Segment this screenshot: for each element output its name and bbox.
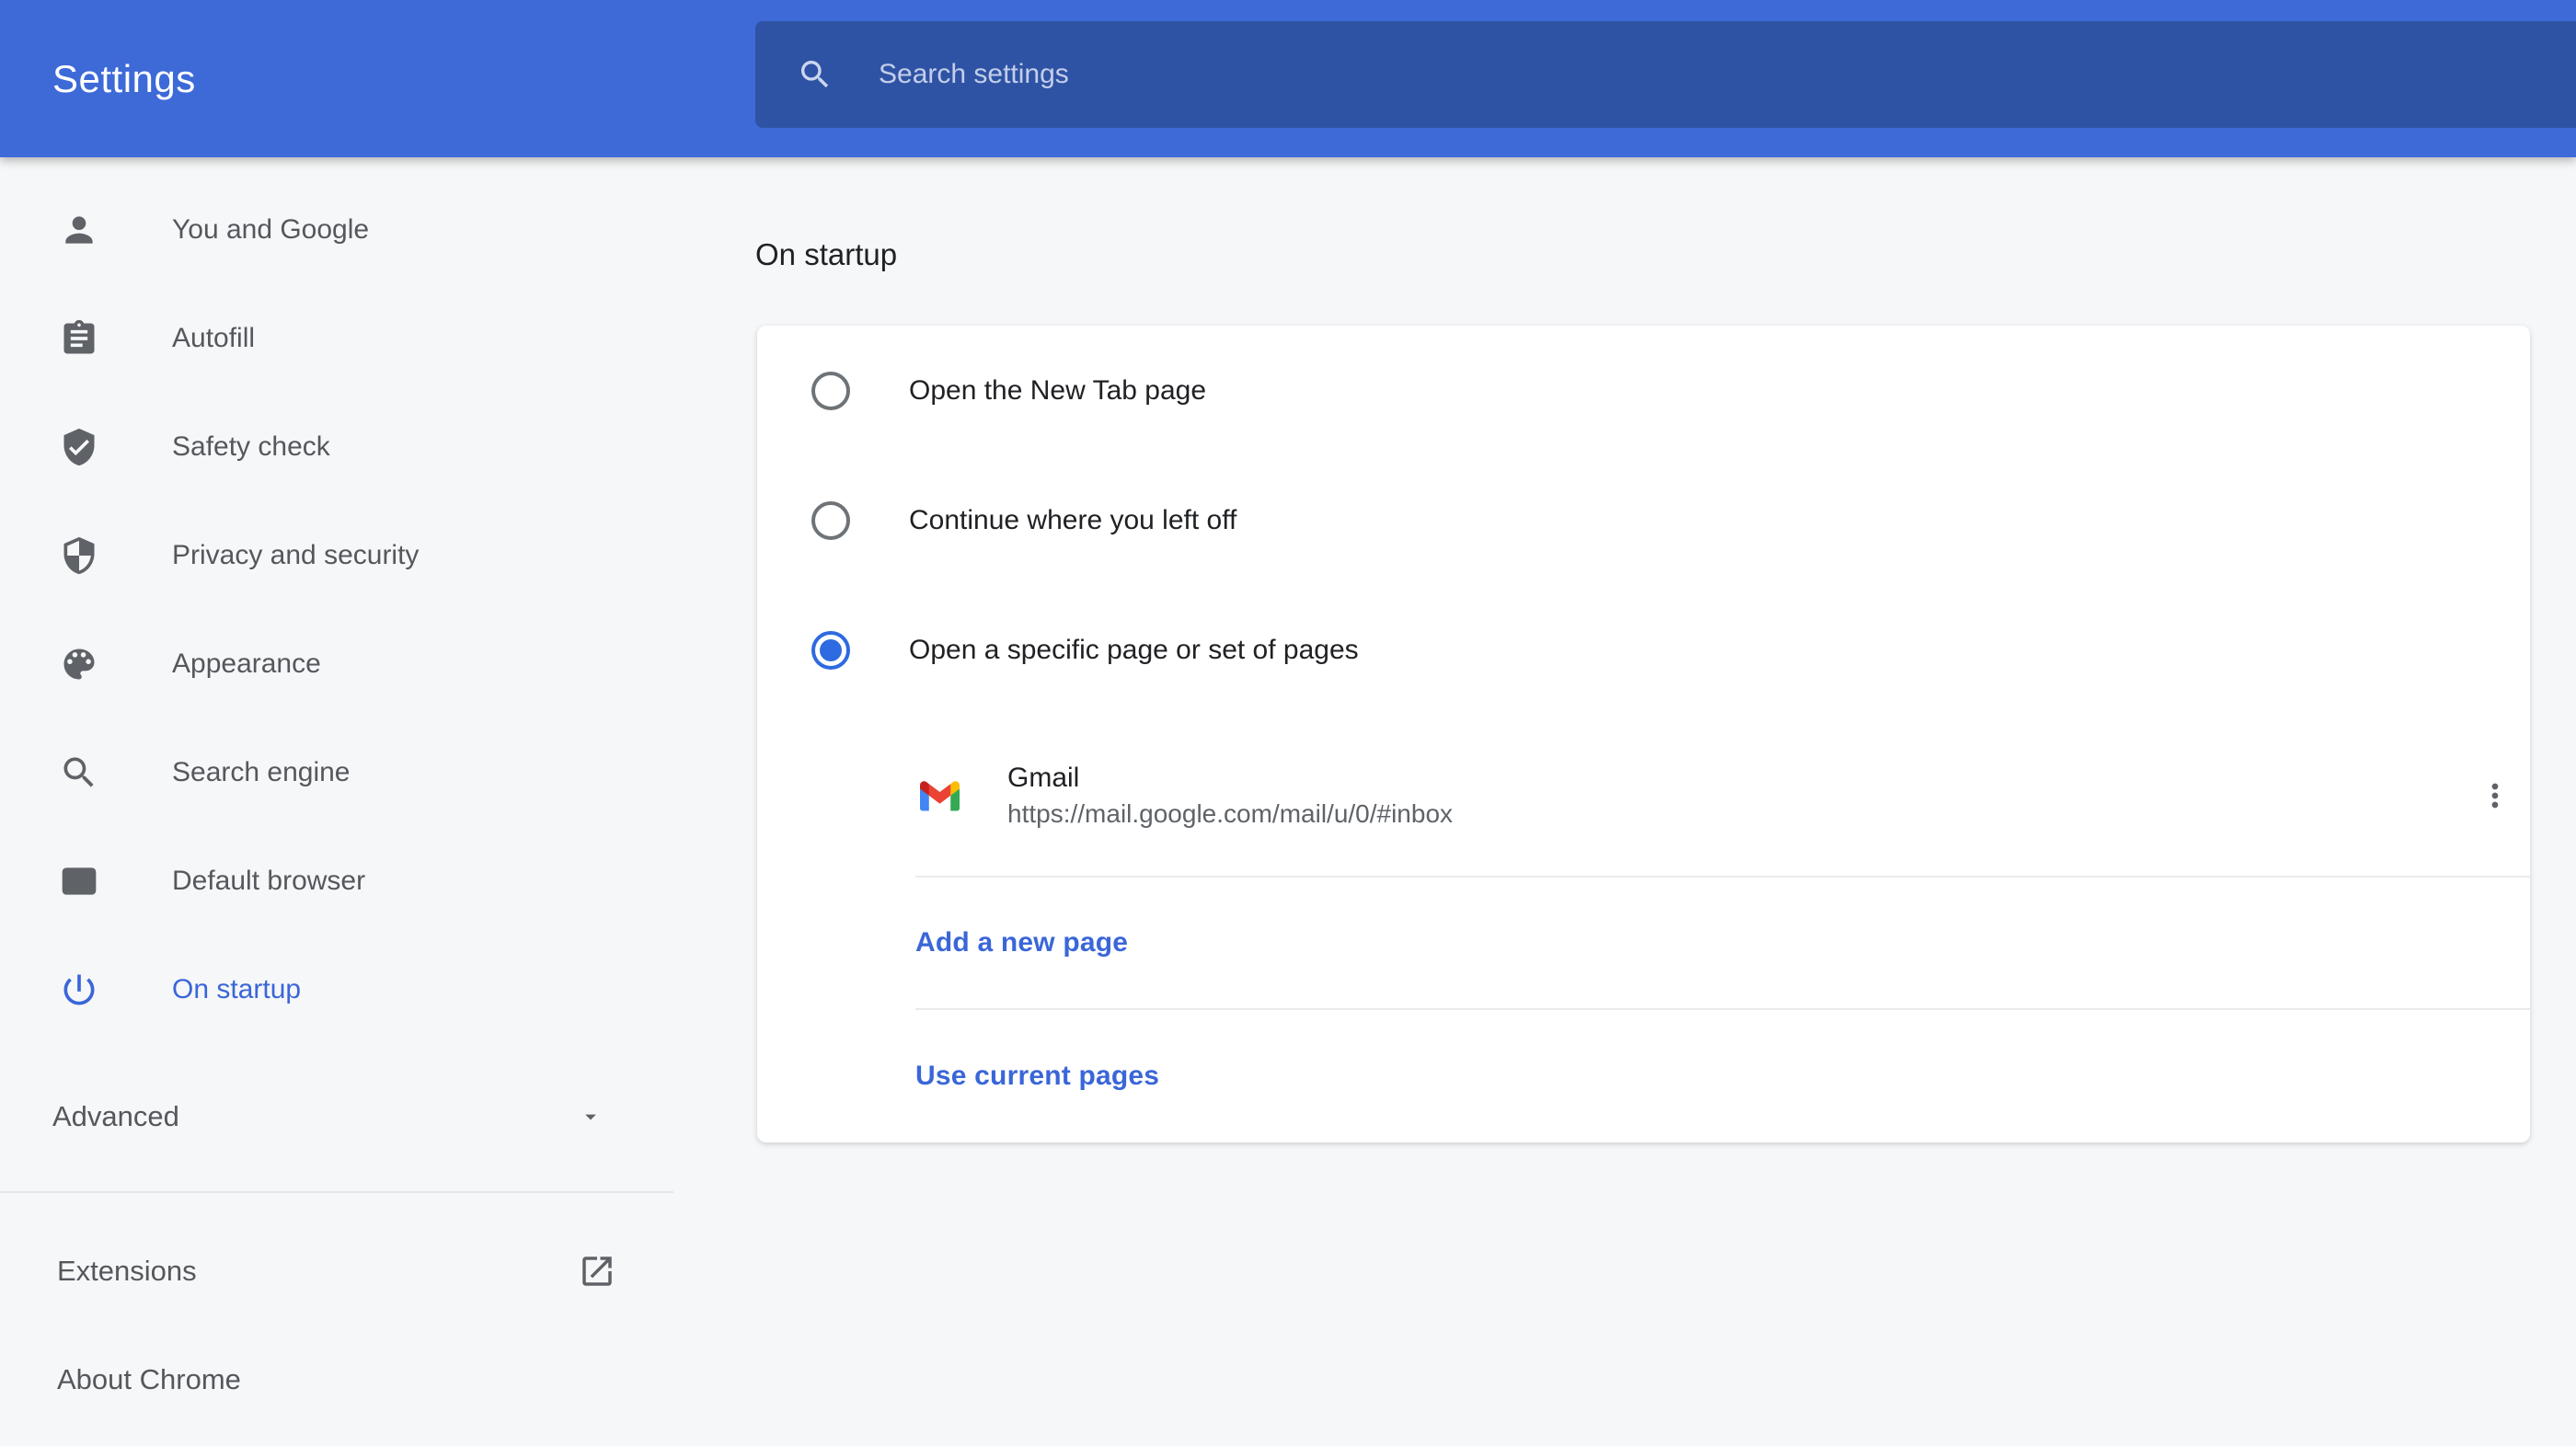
page-title: Settings: [52, 56, 196, 100]
extensions-label: Extensions: [57, 1255, 197, 1287]
sidebar-item-privacy-and-security[interactable]: Privacy and security: [0, 501, 673, 610]
option-open-specific-pages[interactable]: Open a specific page or set of pages: [757, 585, 2530, 715]
option-label: Continue where you left off: [909, 504, 1237, 535]
sidebar-item-label: Search engine: [172, 757, 351, 787]
clipboard-icon: [59, 318, 99, 359]
option-continue-where-left-off[interactable]: Continue where you left off: [757, 455, 2530, 585]
use-current-pages-label: Use current pages: [915, 1061, 1160, 1091]
use-current-pages-button[interactable]: Use current pages: [757, 1010, 2530, 1142]
sidebar-item-label: Appearance: [172, 648, 321, 679]
search-input[interactable]: [879, 59, 2259, 90]
person-icon: [59, 210, 99, 250]
sidebar-item-label: Privacy and security: [172, 540, 420, 570]
startup-page-row: Gmail https://mail.google.com/mail/u/0/#…: [757, 715, 2530, 877]
radio-button-selected[interactable]: [811, 630, 850, 670]
option-label: Open a specific page or set of pages: [909, 634, 1359, 665]
power-icon: [59, 970, 99, 1010]
radio-button[interactable]: [811, 371, 850, 410]
sidebar-divider: [0, 1191, 673, 1193]
sidebar-item-you-and-google[interactable]: You and Google: [0, 176, 673, 284]
section-title: On startup: [755, 237, 898, 271]
sidebar-item-appearance[interactable]: Appearance: [0, 610, 673, 718]
startup-page-url: https://mail.google.com/mail/u/0/#inbox: [1007, 799, 1454, 828]
chrome-settings-page: Settings You and Google Auto: [0, 0, 2576, 1446]
sidebar-item-autofill[interactable]: Autofill: [0, 284, 673, 393]
sidebar-item-label: On startup: [172, 974, 302, 1004]
sidebar-item-label: Safety check: [172, 431, 330, 462]
startup-page-texts: Gmail https://mail.google.com/mail/u/0/#…: [1007, 760, 1453, 832]
shield-check-icon: [59, 427, 99, 467]
advanced-label: Advanced: [52, 1100, 179, 1132]
sidebar-item-label: Autofill: [172, 323, 256, 353]
sidebar-item-search-engine[interactable]: Search engine: [0, 718, 673, 827]
about-chrome-label: About Chrome: [57, 1363, 241, 1395]
chevron-down-icon: [578, 1104, 604, 1130]
open-in-new-icon: [578, 1252, 616, 1291]
page-more-actions-button[interactable]: [2462, 763, 2528, 829]
shield-half-icon: [59, 535, 99, 576]
sidebar-item-label: You and Google: [172, 214, 370, 245]
on-startup-card: Open the New Tab page Continue where you…: [757, 326, 2530, 1142]
option-open-new-tab[interactable]: Open the New Tab page: [757, 326, 2530, 455]
header-toolbar: Settings: [0, 0, 2576, 157]
sidebar-item-advanced[interactable]: Advanced: [0, 1062, 673, 1171]
startup-page-title: Gmail: [1007, 763, 1080, 793]
option-label: Open the New Tab page: [909, 374, 1207, 406]
sidebar-item-label: Default browser: [172, 866, 366, 896]
kebab-menu-icon: [2477, 777, 2513, 814]
sidebar-item-on-startup[interactable]: On startup: [0, 935, 673, 1044]
palette-icon: [59, 644, 99, 684]
settings-sidebar: You and Google Autofill Safety check Pri…: [0, 157, 673, 1446]
add-new-page-button[interactable]: Add a new page: [757, 878, 2530, 1008]
add-new-page-label: Add a new page: [915, 927, 1129, 958]
sidebar-item-about-chrome[interactable]: About Chrome: [0, 1326, 673, 1434]
radio-button[interactable]: [811, 500, 850, 540]
search-icon: [797, 56, 834, 93]
sidebar-item-extensions[interactable]: Extensions: [0, 1217, 673, 1326]
sidebar-item-default-browser[interactable]: Default browser: [0, 827, 673, 935]
gmail-logo-icon: [920, 780, 960, 811]
browser-window-icon: [59, 861, 99, 901]
sidebar-nav-list: You and Google Autofill Safety check Pri…: [0, 157, 673, 1044]
settings-search-bar[interactable]: [755, 21, 2576, 128]
search-icon: [59, 752, 99, 793]
sidebar-item-safety-check[interactable]: Safety check: [0, 393, 673, 501]
